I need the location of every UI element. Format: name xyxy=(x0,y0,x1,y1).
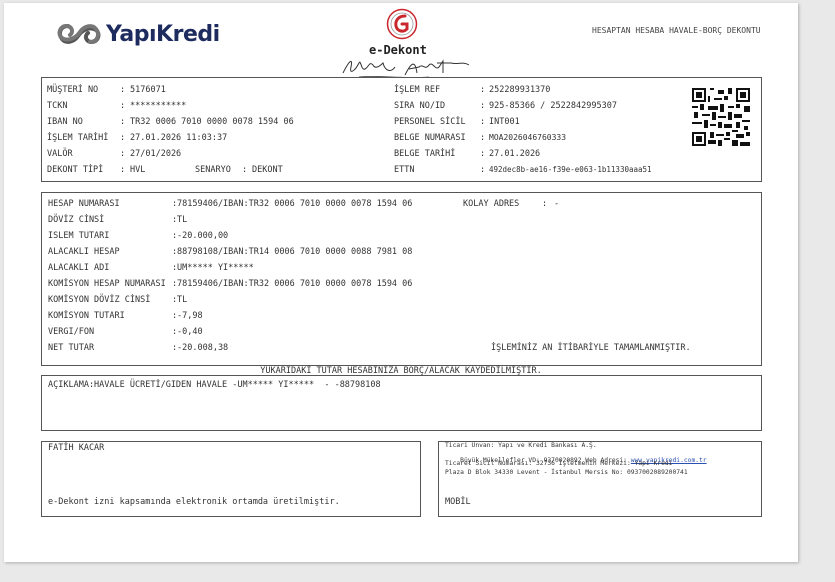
colon: : xyxy=(480,85,486,95)
label-doviz-cinsi: DÖVİZ CİNSİ xyxy=(48,215,105,225)
value-valor: 27/01/2026 xyxy=(130,149,182,159)
document-type: HESAPTAN HESABA HAVALE-BORÇ DEKONTU xyxy=(592,26,761,35)
colon: : xyxy=(172,263,178,273)
colon: : xyxy=(480,117,486,127)
value-komisyon-tutari: -7,98 xyxy=(177,311,203,321)
company-line-3: Ticaret Sicil Numarası: 32736 İşletmenin… xyxy=(445,460,673,467)
colon: : xyxy=(172,279,178,289)
colon: : xyxy=(172,215,178,225)
colon: : xyxy=(480,101,486,111)
qr-code-icon xyxy=(692,88,750,146)
label-belge-tarihi: BELGE TARİHİ xyxy=(394,149,456,159)
customer-info-box: MÜŞTERİ NO : 5176071 TCKN : *********** … xyxy=(41,77,762,182)
label-tckn: TCKN xyxy=(47,101,68,111)
colon: : xyxy=(172,343,178,353)
label-sira-no: SIRA NO/ID xyxy=(394,101,446,111)
value-alacakli-adi: UM***** YI***** xyxy=(177,263,254,273)
company-line-4: Plaza D Blok 34330 Levent - İstanbul Mer… xyxy=(445,469,688,476)
label-islem-ref: İŞLEM REF xyxy=(394,85,441,95)
colon: : xyxy=(172,311,178,321)
value-belge-tarihi: 27.01.2026 xyxy=(489,149,541,159)
label-vergi-fon: VERGI/FON xyxy=(48,327,95,337)
colon: : xyxy=(172,199,178,209)
value-hesap-numarasi: 78159406/IBAN:TR32 0006 7010 0000 0078 1… xyxy=(177,199,413,209)
colon: : xyxy=(172,295,178,305)
value-vergi-fon: -0,40 xyxy=(177,327,203,337)
label-islem-tutari: ISLEM TUTARI xyxy=(48,231,110,241)
colon: : xyxy=(480,133,486,143)
signatory-name: FATİH KACAR xyxy=(48,443,105,453)
label-komisyon-doviz-cinsi: KOMİSYON DÖVİZ CİNSİ xyxy=(48,295,151,305)
value-komisyon-hesap-numarasi: 78159406/IBAN:TR32 0006 7010 0000 0078 1… xyxy=(177,279,413,289)
colon: : xyxy=(242,165,248,175)
bank-emblem-icon xyxy=(386,8,418,40)
value-tckn: *********** xyxy=(130,101,187,111)
colon: : xyxy=(120,85,126,95)
description-text: AÇIKLAMA:HAVALE ÜCRETİ/GIDEN HAVALE -UM*… xyxy=(48,380,381,390)
label-personel-sicil: PERSONEL SİCİL xyxy=(394,117,466,127)
value-islem-tutari: -20.000,00 xyxy=(177,231,229,241)
colon: : xyxy=(542,199,548,209)
label-valor: VALÖR xyxy=(47,149,73,159)
channel-label: MOBİL xyxy=(445,497,471,507)
value-sira-no: 925-85366 / 2522842995307 xyxy=(489,101,617,111)
label-komisyon-tutari: KOMİSYON TUTARI xyxy=(48,311,125,321)
label-ettn: ETTN xyxy=(394,165,415,175)
value-belge-numarasi: MOA2026046760333 xyxy=(489,133,567,142)
yapikredi-logo-icon xyxy=(57,23,101,45)
label-hesap-numarasi: HESAP NUMARASI xyxy=(48,199,120,209)
label-dekont-tipi: DEKONT TİPİ xyxy=(47,165,104,175)
value-islem-tarihi: 27.01.2026 11:03:37 xyxy=(130,133,228,143)
value-alacakli-hesap: 88798108/IBAN:TR14 0006 7010 0000 0088 7… xyxy=(177,247,413,257)
label-alacakli-adi: ALACAKLI ADI xyxy=(48,263,110,273)
label-komisyon-hesap-numarasi: KOMİSYON HESAP NUMARASI xyxy=(48,279,166,289)
electronic-note: e-Dekont izni kapsamında elektronik orta… xyxy=(48,497,340,507)
value-kolay-adres: - xyxy=(554,199,560,209)
label-net-tutar: NET TUTAR xyxy=(48,343,95,353)
colon: : xyxy=(120,133,126,143)
value-dekont-tipi: HVL xyxy=(130,165,146,175)
label-iban-no: IBAN NO xyxy=(47,117,83,127)
value-personel-sicil: INT001 xyxy=(489,117,520,127)
completed-note: İŞLEMİNİZ AN İTİBARİYLE TAMAMLANMIŞTIR. xyxy=(491,343,691,353)
colon: : xyxy=(172,247,178,257)
company-line-1: Ticari Unvan: Yapı ve Kredi Bankası A.Ş. xyxy=(445,442,597,449)
label-belge-numarasi: BELGE NUMARASI xyxy=(394,133,466,143)
yapikredi-logo: YapıKredi xyxy=(56,21,220,47)
value-komisyon-doviz-cinsi: TL xyxy=(177,295,188,305)
colon: : xyxy=(120,165,126,175)
value-musteri-no: 5176071 xyxy=(130,85,166,95)
colon: : xyxy=(120,149,126,159)
value-iban-no: TR32 0006 7010 0000 0078 1594 06 xyxy=(130,117,294,127)
colon: : xyxy=(120,117,126,127)
label-islem-tarihi: İŞLEM TARİHİ xyxy=(47,133,109,143)
value-senaryo: DEKONT xyxy=(252,165,283,175)
value-islem-ref: 252289931370 xyxy=(489,85,551,95)
brand-name: YapıKredi xyxy=(106,21,220,47)
value-net-tutar: -20.008,38 xyxy=(177,343,229,353)
value-ettn: 492dec8b-ae16-f39e-e063-1b11330aaa51 xyxy=(489,165,652,174)
colon: : xyxy=(480,149,486,159)
colon: : xyxy=(120,101,126,111)
label-alacakli-hesap: ALACAKLI HESAP xyxy=(48,247,120,257)
colon: : xyxy=(172,231,178,241)
receipt-page: YapıKredi e-Dekont HESAPTAN HESABA HAVAL… xyxy=(4,3,798,562)
label-senaryo: SENARYO xyxy=(195,165,231,175)
colon: : xyxy=(172,327,178,337)
colon: : xyxy=(480,165,486,175)
label-musteri-no: MÜŞTERİ NO xyxy=(47,85,99,95)
label-kolay-adres: KOLAY ADRES xyxy=(463,199,520,209)
value-doviz-cinsi: TL xyxy=(177,215,188,225)
